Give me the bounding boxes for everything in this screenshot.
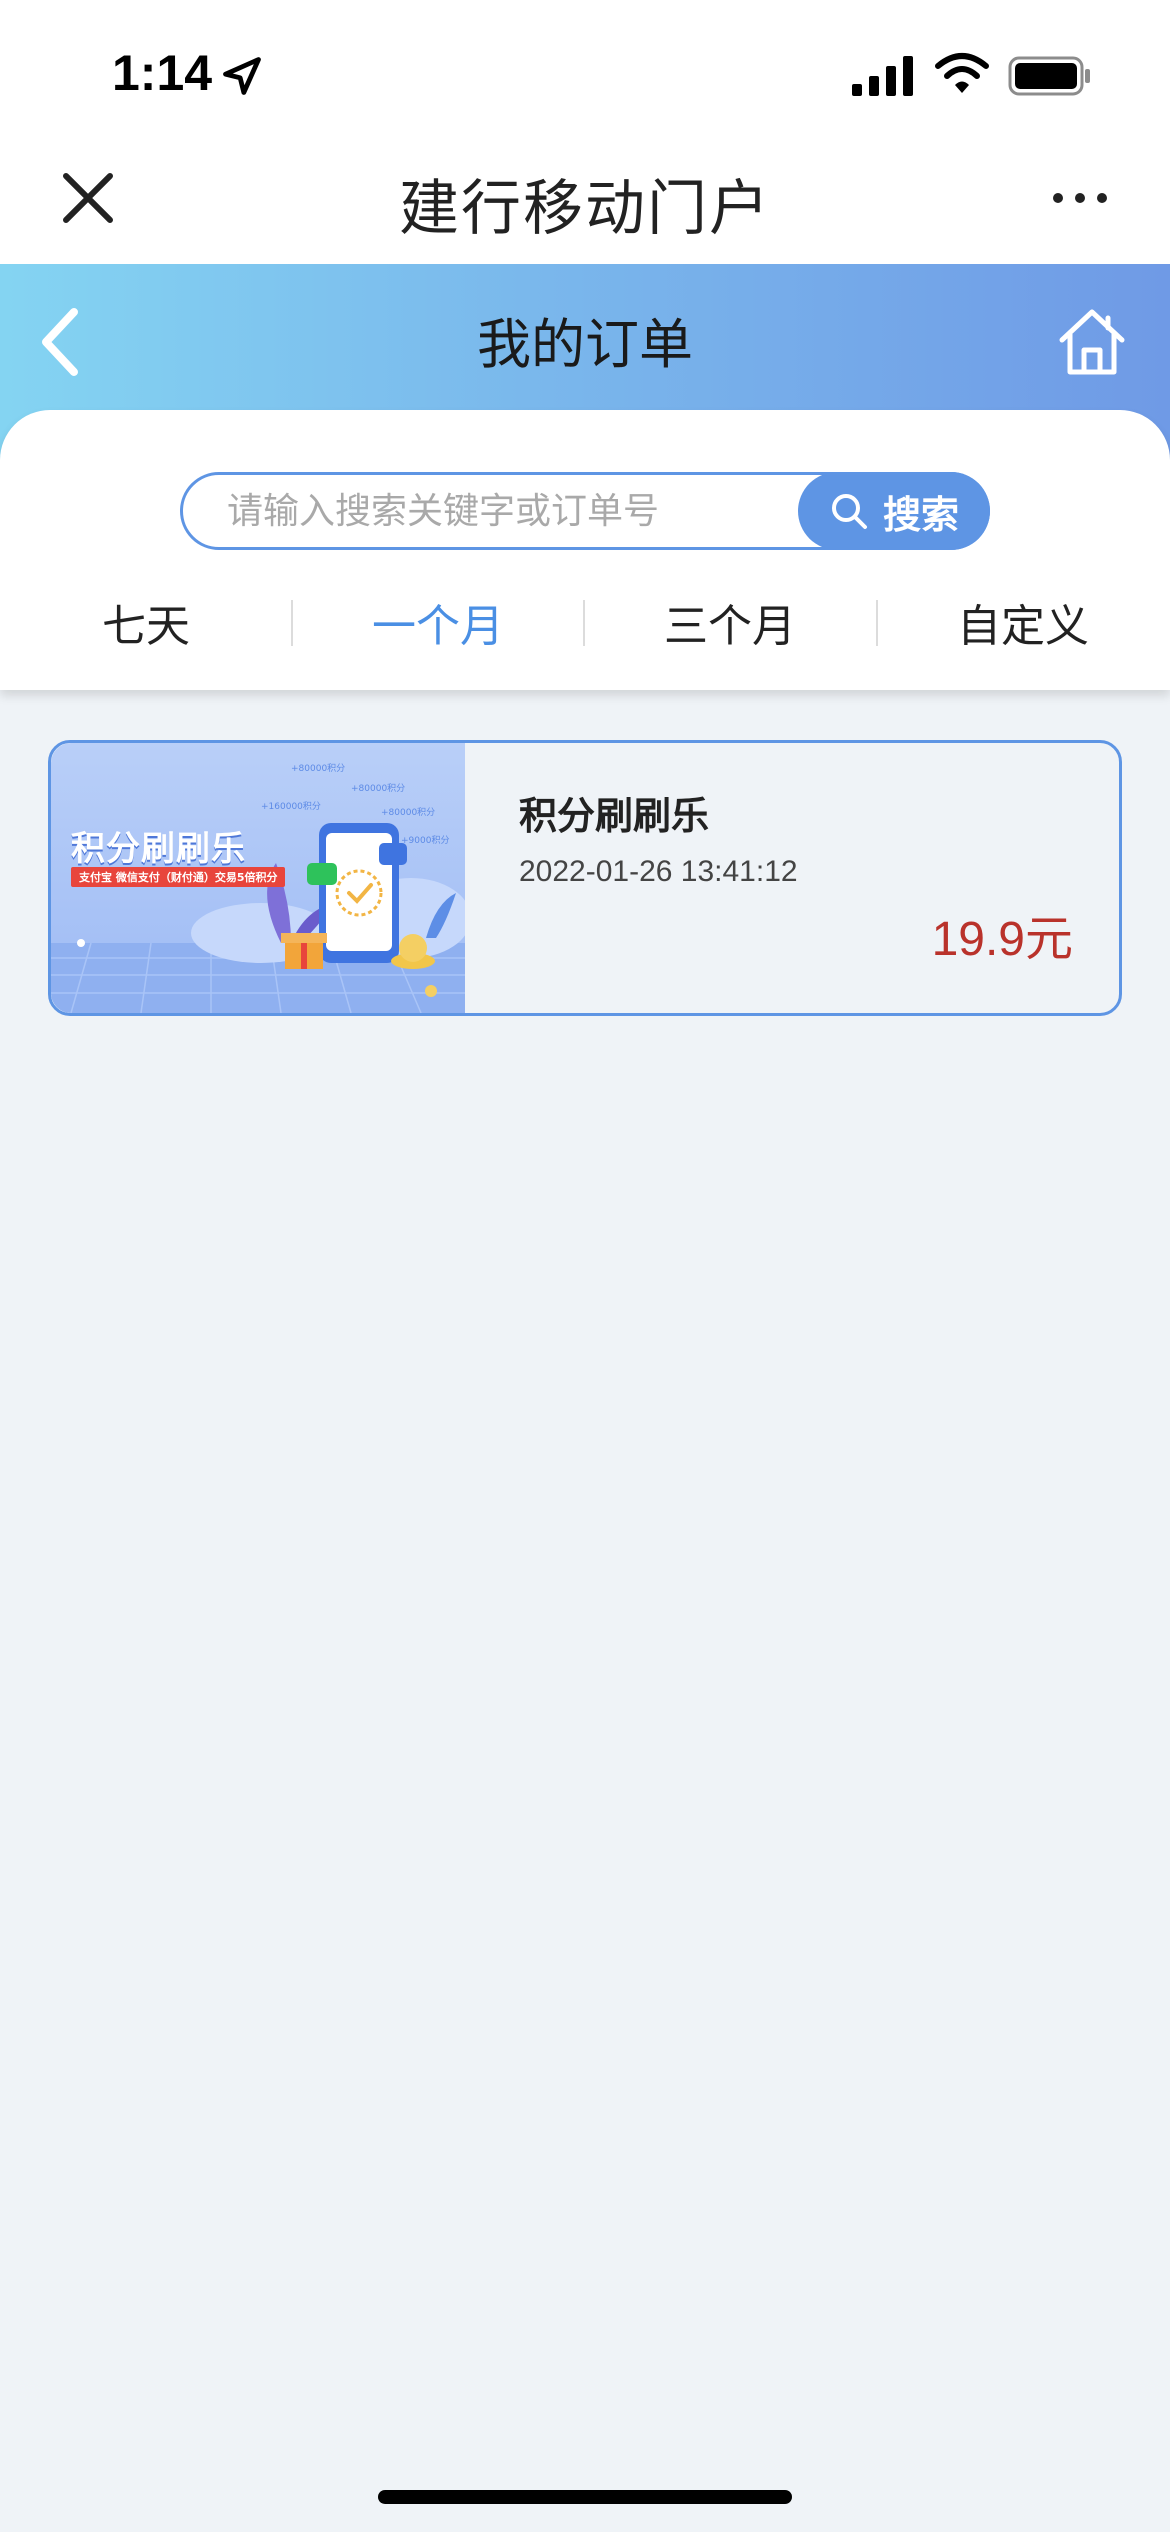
- tab-three-months[interactable]: 三个月: [584, 582, 876, 662]
- location-arrow-icon: [223, 57, 261, 95]
- page-title: 我的订单: [477, 313, 693, 376]
- status-bar: 1:14: [0, 0, 1170, 140]
- thumbnail-subtitle: 支付宝 微信支付（财付通）交易5倍积分: [71, 867, 286, 887]
- search-input[interactable]: [227, 475, 787, 547]
- order-date: 2022-01-26 13:41:12: [519, 855, 798, 888]
- tab-seven-days[interactable]: 七天: [0, 582, 292, 662]
- wifi-icon: [935, 53, 989, 93]
- webview-header: 建行移动门户: [0, 140, 1170, 264]
- svg-text:+80000积分: +80000积分: [351, 782, 405, 794]
- tab-custom[interactable]: 自定义: [877, 582, 1169, 662]
- search-button-label: 搜索: [882, 492, 959, 537]
- more-options-icon[interactable]: [1050, 186, 1110, 210]
- svg-text:+160000积分: +160000积分: [261, 800, 321, 812]
- date-range-tabs: 七天 一个月 三个月 自定义: [0, 582, 1170, 662]
- order-name: 积分刷刷乐: [519, 794, 710, 838]
- search-button[interactable]: 搜索: [798, 472, 990, 550]
- search-icon: [831, 494, 867, 529]
- status-time: 1:14: [112, 45, 213, 101]
- filter-panel: 搜索 七天 一个月 三个月 自定义: [0, 410, 1170, 690]
- svg-text:+9000积分: +9000积分: [401, 834, 449, 846]
- battery-icon: [1008, 56, 1090, 96]
- order-price: 19.9元: [931, 913, 1073, 966]
- cellular-signal-icon: [852, 56, 913, 96]
- order-thumbnail: +80000积分 +80000积分 +160000积分 +80000积分 +90…: [51, 743, 465, 1013]
- search-bar: 搜索: [180, 472, 990, 550]
- tab-one-month[interactable]: 一个月: [292, 582, 584, 662]
- thumbnail-title: 积分刷刷乐: [71, 829, 246, 869]
- webview-title: 建行移动门户: [399, 174, 771, 244]
- svg-text:+80000积分: +80000积分: [381, 806, 435, 818]
- order-item[interactable]: +80000积分 +80000积分 +160000积分 +80000积分 +90…: [48, 740, 1122, 1016]
- home-indicator: [378, 2490, 792, 2504]
- svg-text:+80000积分: +80000积分: [291, 762, 345, 774]
- home-icon[interactable]: [1056, 304, 1128, 378]
